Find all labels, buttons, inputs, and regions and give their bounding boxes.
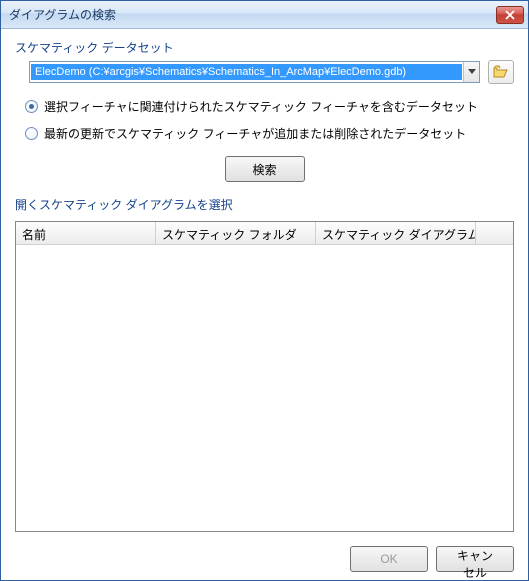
combobox-arrow[interactable] <box>463 62 479 82</box>
radio-label-2: 最新の更新でスケマティック フィーチャが追加または削除されたデータセット <box>44 125 466 142</box>
close-button[interactable] <box>496 6 524 24</box>
ok-button[interactable]: OK <box>350 546 428 572</box>
radio-icon <box>25 100 38 113</box>
listview-label: 開くスケマティック ダイアグラムを選択 <box>15 196 514 213</box>
window-title: ダイアグラムの検索 <box>9 6 496 23</box>
diagram-listview[interactable]: 名前 スケマティック フォルダ スケマティック ダイアグラム... <box>15 221 514 532</box>
dialog-window: ダイアグラムの検索 スケマティック データセット ElecDemo (C:¥ar… <box>0 0 529 581</box>
radio-icon <box>25 127 38 140</box>
browse-button[interactable] <box>488 60 514 84</box>
dataset-label: スケマティック データセット <box>15 39 514 56</box>
search-button[interactable]: 検索 <box>225 156 305 182</box>
column-name[interactable]: 名前 <box>16 222 156 244</box>
content-area: スケマティック データセット ElecDemo (C:¥arcgis¥Schem… <box>1 29 528 580</box>
footer: OK キャンセル <box>15 542 514 572</box>
dataset-value: ElecDemo (C:¥arcgis¥Schematics¥Schematic… <box>31 64 462 80</box>
chevron-down-icon <box>468 69 476 75</box>
search-row: 検索 <box>15 156 514 182</box>
radio-updated-features[interactable]: 最新の更新でスケマティック フィーチャが追加または削除されたデータセット <box>25 125 514 142</box>
cancel-button[interactable]: キャンセル <box>436 546 514 572</box>
dataset-combobox[interactable]: ElecDemo (C:¥arcgis¥Schematics¥Schematic… <box>29 61 480 83</box>
dataset-row: ElecDemo (C:¥arcgis¥Schematics¥Schematic… <box>29 60 514 84</box>
radio-label-1: 選択フィーチャに関連付けられたスケマティック フィーチャを含むデータセット <box>44 98 478 115</box>
titlebar: ダイアグラムの検索 <box>1 1 528 29</box>
close-icon <box>505 10 515 20</box>
column-template[interactable]: スケマティック ダイアグラム... <box>316 222 476 244</box>
radio-associated-features[interactable]: 選択フィーチャに関連付けられたスケマティック フィーチャを含むデータセット <box>25 98 514 115</box>
folder-open-icon <box>493 65 509 79</box>
listview-header: 名前 スケマティック フォルダ スケマティック ダイアグラム... <box>16 222 513 245</box>
column-spacer <box>476 222 513 244</box>
column-folder[interactable]: スケマティック フォルダ <box>156 222 316 244</box>
